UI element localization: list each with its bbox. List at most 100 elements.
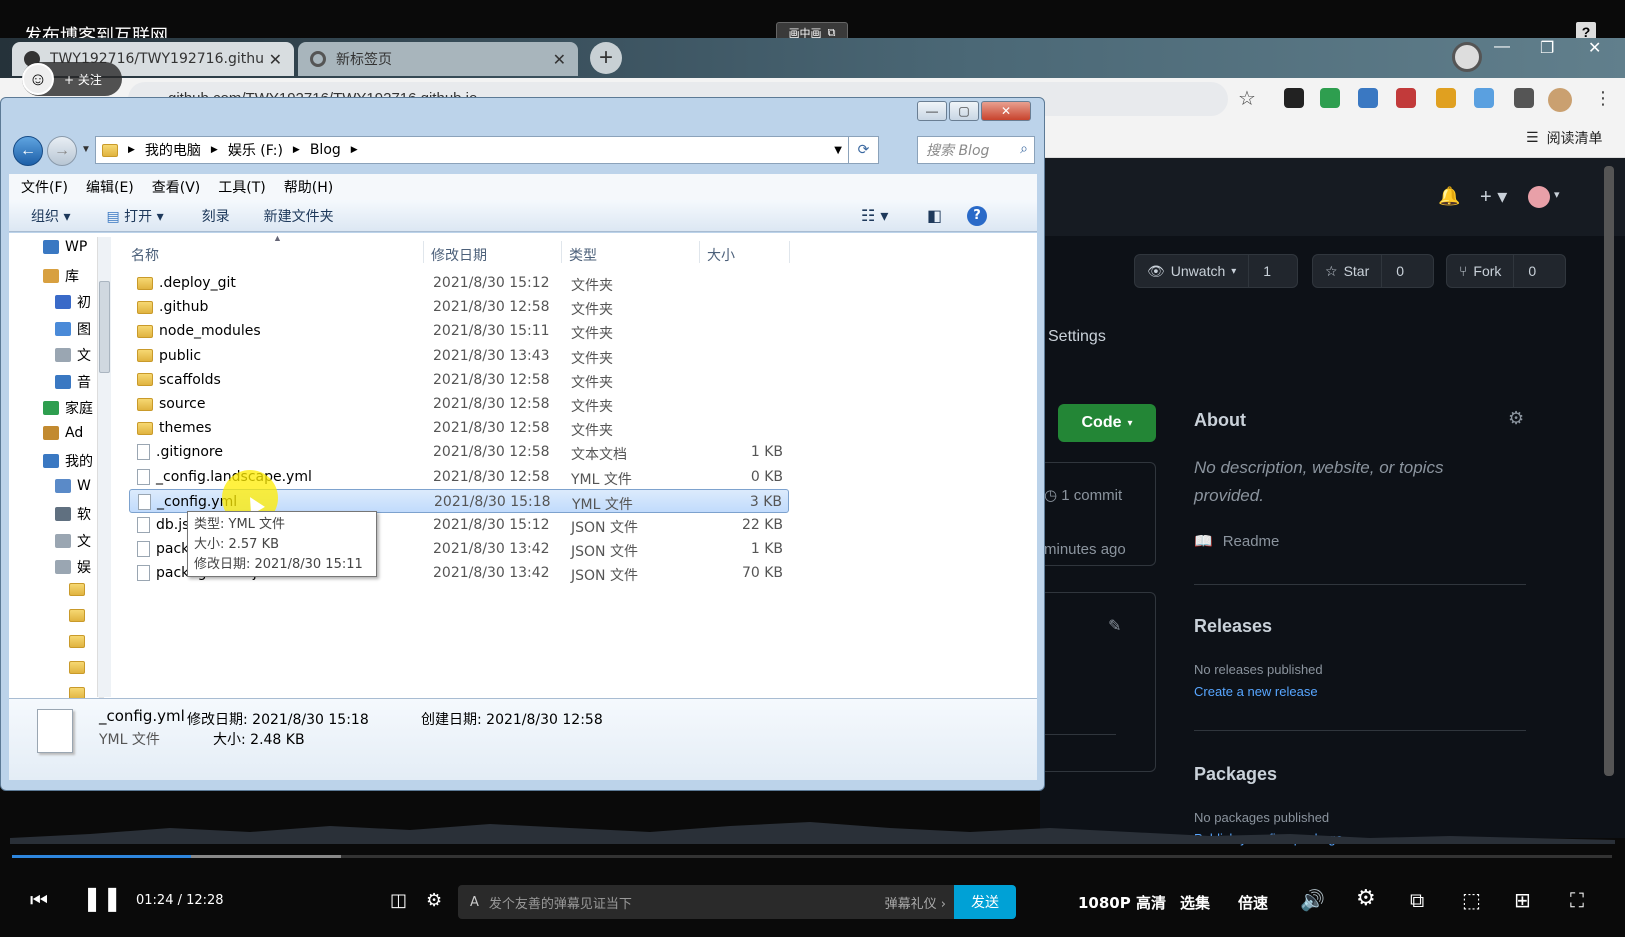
nav-pane-item[interactable]: 文 bbox=[55, 531, 91, 551]
danmaku-style-icon[interactable]: A bbox=[470, 895, 479, 910]
nav-scrollbar[interactable] bbox=[97, 237, 111, 697]
nav-pane-item[interactable]: 图 bbox=[55, 319, 91, 339]
file-row[interactable]: .deploy_git 2021/8/30 15:12 文件夹 bbox=[129, 271, 789, 295]
close-tab-icon[interactable]: ✕ bbox=[269, 50, 282, 69]
code-button[interactable]: Code ▾ bbox=[1058, 404, 1156, 442]
column-divider[interactable] bbox=[789, 241, 790, 263]
follow-button[interactable]: + 关注 bbox=[64, 71, 102, 88]
address-bar[interactable]: ▶ 我的电脑 ▶ 娱乐 (F:) ▶ Blog ▶ ▼ ⟳ bbox=[95, 136, 879, 164]
browser-tab-newtab[interactable]: 新标签页 ✕ bbox=[298, 42, 578, 76]
danmaku-toggle-icon[interactable]: ◫ bbox=[390, 890, 407, 911]
open-button[interactable]: ▤ 打开 ▾ bbox=[106, 206, 163, 226]
menu-help[interactable]: 帮助(H) bbox=[284, 177, 333, 197]
nav-pane-item[interactable]: Ad bbox=[43, 425, 83, 441]
nav-pane-item[interactable]: 我的 bbox=[43, 451, 93, 471]
extension-icon[interactable] bbox=[1358, 88, 1378, 108]
menu-file[interactable]: 文件(F) bbox=[21, 177, 68, 197]
pause-icon[interactable]: ❚❚ bbox=[82, 884, 122, 912]
create-release-link[interactable]: Create a new release bbox=[1194, 684, 1318, 699]
breadcrumb-my-computer[interactable]: 我的电脑 bbox=[145, 140, 201, 160]
nav-pane-item[interactable]: 软 bbox=[55, 504, 91, 524]
file-row[interactable]: source 2021/8/30 12:58 文件夹 bbox=[129, 392, 789, 416]
reading-list-button[interactable]: ☰ 阅读清单 bbox=[1526, 128, 1603, 148]
nav-pane-item[interactable]: WP bbox=[43, 239, 87, 255]
window-restore-icon[interactable]: ❐ bbox=[1540, 38, 1554, 58]
pencil-icon[interactable]: ✎ bbox=[1108, 616, 1121, 636]
user-avatar[interactable] bbox=[1528, 186, 1550, 208]
breadcrumb-blog[interactable]: Blog bbox=[310, 142, 341, 158]
preview-pane-icon[interactable]: ◧ bbox=[927, 206, 942, 225]
nav-pane-item[interactable]: 文 bbox=[55, 345, 91, 365]
profile-menu-icon[interactable] bbox=[1452, 42, 1482, 72]
column-header-date[interactable]: 修改日期 bbox=[431, 245, 487, 265]
file-row[interactable]: scaffolds 2021/8/30 12:58 文件夹 bbox=[129, 368, 789, 392]
forward-button[interactable]: → bbox=[47, 136, 77, 166]
avatar-dropdown-icon[interactable]: ▾ bbox=[1554, 188, 1560, 201]
menu-tools[interactable]: 工具(T) bbox=[218, 177, 265, 197]
nav-pane-item[interactable]: 家庭 bbox=[43, 398, 93, 418]
readme-link[interactable]: 📖 Readme bbox=[1194, 532, 1279, 551]
help-icon[interactable]: ? bbox=[967, 205, 987, 226]
danmaku-etiquette-link[interactable]: 弹幕礼仪 › bbox=[885, 893, 946, 912]
extension-icon[interactable] bbox=[1284, 88, 1304, 108]
column-divider[interactable] bbox=[423, 241, 424, 263]
volume-icon[interactable]: 🔊 bbox=[1300, 888, 1325, 912]
extension-icon[interactable] bbox=[1320, 88, 1340, 108]
explorer-maximize-button[interactable]: ▢ bbox=[949, 101, 979, 121]
file-row[interactable]: .gitignore 2021/8/30 12:58 文本文档 1 KB bbox=[129, 440, 789, 464]
previous-icon[interactable]: ⏮ bbox=[30, 888, 48, 912]
extension-icon[interactable] bbox=[1436, 88, 1456, 108]
nav-pane-item[interactable]: 娱 bbox=[55, 557, 91, 577]
column-divider[interactable] bbox=[561, 241, 562, 263]
send-danmaku-button[interactable]: 发送 bbox=[954, 885, 1016, 919]
file-row[interactable]: public 2021/8/30 13:43 文件夹 bbox=[129, 344, 789, 368]
new-folder-button[interactable]: 新建文件夹 bbox=[264, 206, 334, 226]
folder-icon[interactable] bbox=[69, 583, 85, 596]
nav-scroll-thumb[interactable] bbox=[99, 281, 110, 373]
gear-icon[interactable]: ⚙ bbox=[1508, 408, 1524, 429]
profile-avatar[interactable] bbox=[1548, 88, 1572, 112]
fullscreen-icon[interactable]: ⛶ bbox=[1570, 888, 1584, 912]
tab-settings[interactable]: Settings bbox=[1048, 328, 1106, 346]
commit-count[interactable]: ◷ 1 commit bbox=[1044, 486, 1122, 504]
extension-icon[interactable] bbox=[1474, 88, 1494, 108]
episodes-button[interactable]: 选集 bbox=[1180, 892, 1210, 913]
folder-icon[interactable] bbox=[69, 609, 85, 622]
danmaku-settings-icon[interactable]: ⚙ bbox=[426, 890, 442, 911]
unwatch-button[interactable]: 👁 Unwatch ▾ 1 bbox=[1134, 254, 1298, 288]
recent-pages-dropdown-icon[interactable]: ▼ bbox=[81, 144, 91, 155]
page-scrollbar[interactable] bbox=[1604, 166, 1614, 776]
address-dropdown-icon[interactable]: ▼ bbox=[834, 145, 842, 156]
column-divider[interactable] bbox=[699, 241, 700, 263]
star-button[interactable]: ☆ Star 0 bbox=[1312, 254, 1434, 288]
danmaku-input[interactable]: A 发个友善的弹幕见证当下 弹幕礼仪 › bbox=[458, 885, 958, 919]
file-row[interactable]: node_modules 2021/8/30 15:11 文件夹 bbox=[129, 319, 789, 343]
explorer-titlebar[interactable]: — ▢ ✕ bbox=[1, 98, 1044, 128]
explorer-minimize-button[interactable]: — bbox=[917, 101, 947, 121]
chrome-menu-icon[interactable]: ⋮ bbox=[1594, 88, 1612, 109]
organize-button[interactable]: 组织 ▾ bbox=[31, 206, 70, 226]
extension-icon[interactable] bbox=[1396, 88, 1416, 108]
close-tab-icon[interactable]: ✕ bbox=[553, 50, 566, 69]
folder-icon[interactable] bbox=[69, 661, 85, 674]
fork-button[interactable]: ⑂ Fork 0 bbox=[1446, 254, 1566, 288]
column-header-type[interactable]: 类型 bbox=[569, 245, 597, 265]
fullscreen-page-icon[interactable]: ⊞ bbox=[1514, 888, 1531, 912]
speed-button[interactable]: 倍速 bbox=[1238, 892, 1268, 913]
nav-pane-item[interactable]: 初 bbox=[55, 292, 91, 312]
explorer-close-button[interactable]: ✕ bbox=[981, 101, 1031, 121]
refresh-icon[interactable]: ⟳ bbox=[848, 137, 878, 163]
menu-edit[interactable]: 编辑(E) bbox=[86, 177, 134, 197]
view-options-icon[interactable]: ☷ ▾ bbox=[861, 206, 888, 225]
settings-gear-icon[interactable]: ⚙ bbox=[1356, 886, 1376, 911]
burn-button[interactable]: 刻录 bbox=[202, 206, 230, 226]
back-button[interactable]: ← bbox=[13, 136, 43, 166]
file-row[interactable]: .github 2021/8/30 12:58 文件夹 bbox=[129, 295, 789, 319]
column-header-size[interactable]: 大小 bbox=[707, 245, 735, 265]
column-header-name[interactable]: 名称 bbox=[131, 245, 159, 265]
uploader-badge[interactable]: ☺ + 关注 bbox=[22, 62, 122, 96]
nav-pane-item[interactable]: 库 bbox=[43, 266, 79, 286]
window-minimize-icon[interactable]: — bbox=[1494, 38, 1510, 56]
menu-view[interactable]: 查看(V) bbox=[152, 177, 201, 197]
nav-pane-item[interactable]: 音 bbox=[55, 372, 91, 392]
